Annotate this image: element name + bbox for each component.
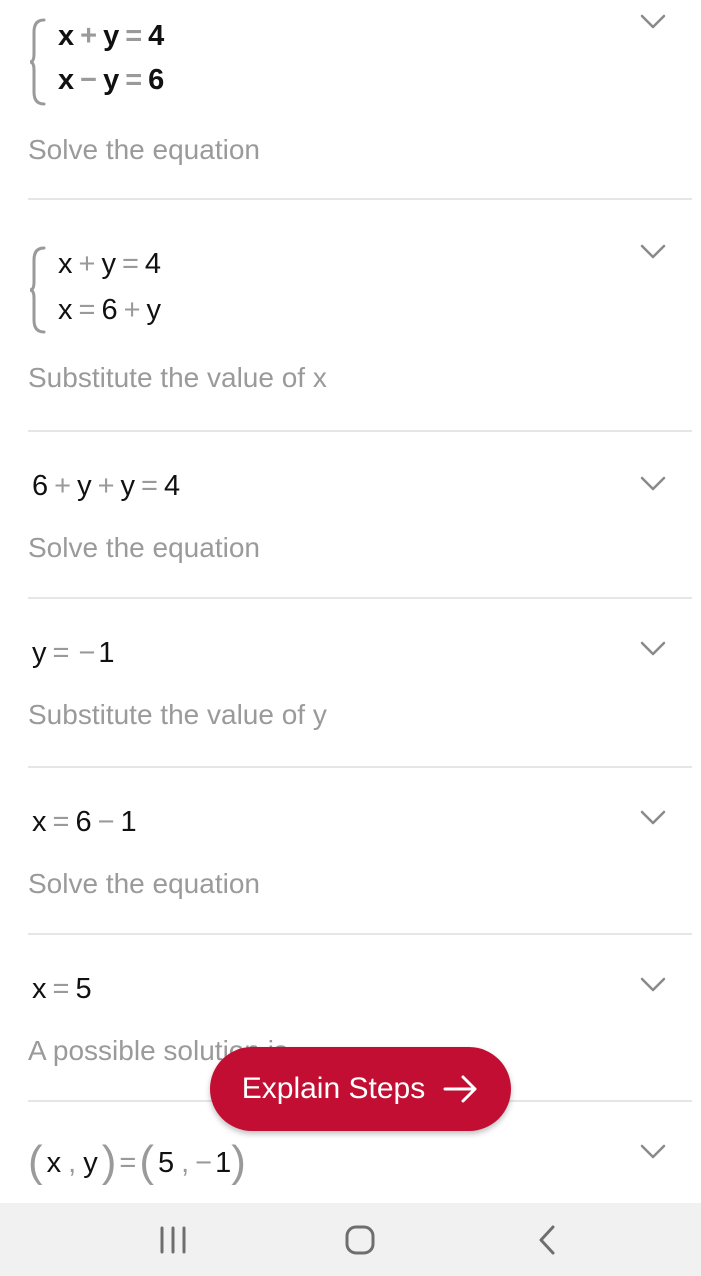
- term: 4: [144, 248, 162, 280]
- step-caption: Solve the equation: [28, 868, 260, 899]
- operator: +: [80, 20, 98, 52]
- paren: ): [231, 1137, 246, 1186]
- term: y: [120, 470, 136, 502]
- paren: (: [139, 1137, 154, 1186]
- home-icon: [345, 1225, 375, 1254]
- step-4[interactable]: y = −1 Substitute the value of y: [28, 599, 692, 767]
- operator: =: [52, 806, 70, 838]
- term: 1: [98, 637, 115, 669]
- chevron-down-icon[interactable]: [640, 810, 666, 826]
- step-caption: Substitute the value of y: [28, 699, 327, 730]
- system-navigation-bar: [0, 1203, 701, 1276]
- term: 4: [148, 20, 165, 52]
- term: y: [77, 470, 92, 502]
- paren: (: [28, 1137, 43, 1186]
- equation-line-2: x − y = 6: [58, 66, 164, 95]
- term: y: [83, 1147, 98, 1179]
- term: y: [32, 637, 47, 669]
- term: 6: [148, 64, 165, 96]
- operator: −: [80, 64, 98, 96]
- term: 4: [163, 470, 181, 502]
- term: y: [146, 294, 162, 326]
- term: 6: [32, 470, 49, 502]
- equation: x = 6−1: [32, 808, 137, 837]
- operator: −: [78, 637, 96, 669]
- equation-line-1: x + y = 4: [58, 22, 164, 51]
- equation-line-1: x + y = 4: [58, 250, 161, 279]
- operator: =: [78, 294, 96, 326]
- home-button[interactable]: [320, 1203, 400, 1276]
- operator: −: [97, 806, 115, 838]
- brace-icon: [29, 18, 46, 106]
- term: x: [58, 64, 75, 96]
- operator: =: [52, 637, 70, 669]
- comma: ,: [68, 1147, 77, 1179]
- operator: +: [78, 248, 96, 280]
- recents-button[interactable]: [133, 1203, 213, 1276]
- operator: =: [141, 470, 158, 502]
- step-5[interactable]: x = 6−1 Solve the equation: [28, 768, 692, 934]
- operator: =: [125, 64, 143, 96]
- equation: 6 + y + y = 4: [32, 472, 180, 501]
- term: 1: [120, 806, 137, 838]
- chevron-down-icon[interactable]: [640, 1144, 666, 1160]
- solution-equation: (x, y) =(5, −1): [28, 1140, 246, 1184]
- term: 5: [75, 973, 92, 1005]
- paren: ): [101, 1137, 117, 1186]
- operator: −: [195, 1147, 213, 1179]
- operator: +: [123, 294, 141, 326]
- back-button[interactable]: [507, 1203, 587, 1276]
- operator: =: [121, 248, 139, 280]
- explain-steps-label: Explain Steps: [241, 1072, 426, 1105]
- term: x: [58, 294, 73, 326]
- term: x: [32, 973, 47, 1005]
- operator: =: [119, 1147, 137, 1179]
- chevron-down-icon[interactable]: [640, 476, 666, 492]
- term: 6: [75, 806, 92, 838]
- step-caption: Solve the equation: [28, 134, 260, 165]
- operator: =: [52, 973, 70, 1005]
- term: x: [32, 806, 47, 838]
- operator: +: [97, 470, 115, 502]
- term: 1: [215, 1147, 232, 1179]
- term: 5: [157, 1147, 175, 1179]
- term: 6: [101, 294, 118, 326]
- explain-steps-button[interactable]: Explain Steps: [210, 1047, 511, 1131]
- equation: x = 5: [32, 975, 92, 1004]
- step-1[interactable]: x + y = 4 x − y = 6 Solve the equation: [28, 0, 692, 200]
- comma: ,: [181, 1147, 190, 1179]
- chevron-down-icon[interactable]: [640, 641, 666, 657]
- chevron-down-icon[interactable]: [640, 977, 666, 993]
- term: y: [103, 64, 120, 96]
- term: y: [101, 248, 116, 280]
- chevron-down-icon[interactable]: [640, 14, 666, 30]
- back-icon: [539, 1225, 555, 1254]
- arrow-right-icon: [443, 1075, 477, 1103]
- step-caption: Solve the equation: [28, 532, 260, 563]
- operator: =: [125, 20, 143, 52]
- operator: +: [54, 470, 72, 502]
- brace-icon: [29, 246, 46, 334]
- chevron-down-icon[interactable]: [640, 244, 666, 260]
- equation: y = −1: [32, 639, 115, 668]
- term: x: [46, 1147, 62, 1179]
- step-caption: Substitute the value of x: [28, 362, 327, 393]
- equation-line-2: x = 6 + y: [58, 296, 161, 325]
- term: x: [58, 20, 75, 52]
- term: x: [58, 248, 73, 280]
- term: y: [103, 20, 120, 52]
- step-3[interactable]: 6 + y + y = 4 Solve the equation: [28, 432, 692, 598]
- recents-icon: [160, 1226, 186, 1253]
- step-2[interactable]: x + y = 4 x = 6 + y Substitute the value of x: [28, 200, 692, 430]
